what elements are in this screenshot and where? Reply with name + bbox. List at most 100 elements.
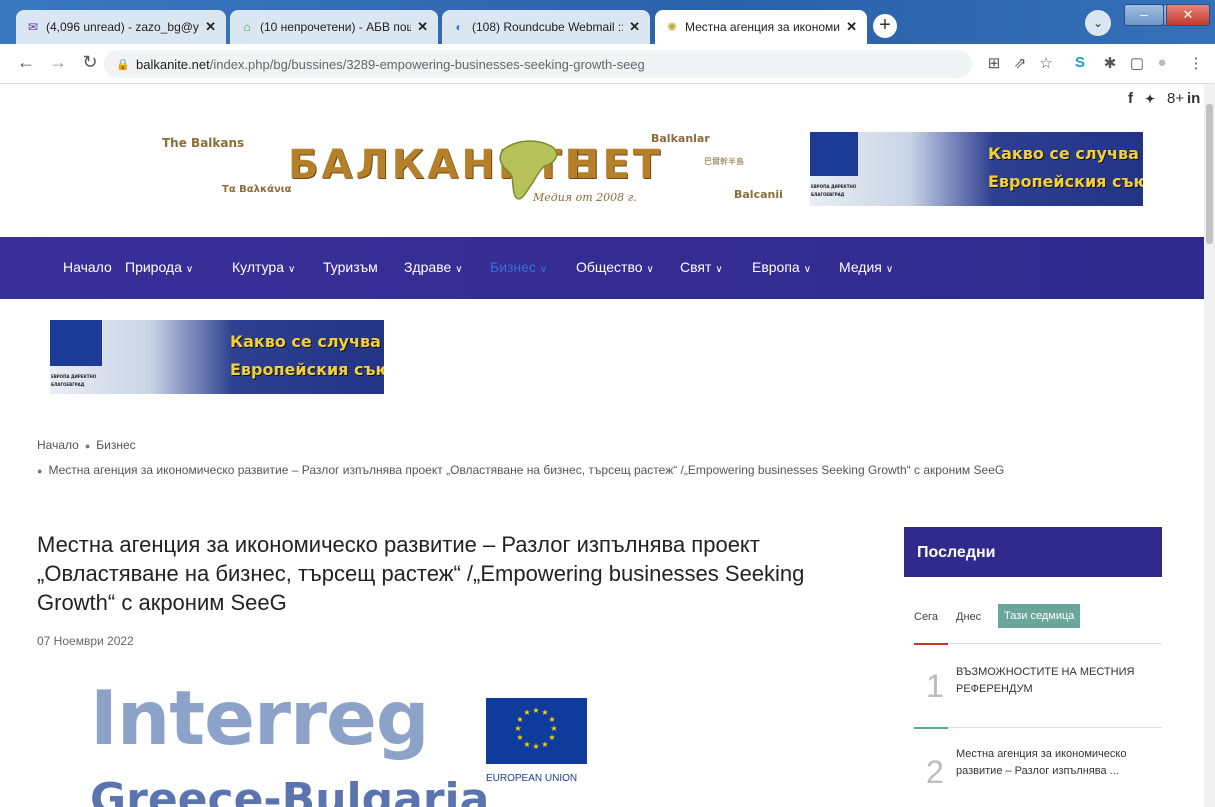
close-tab-icon[interactable]: ✕ [629,19,640,35]
nav-item-media[interactable]: Медия ∨ [839,259,893,275]
nav-item-culture[interactable]: Култура ∨ [232,259,295,275]
chevron-down-icon: ∨ [185,264,194,275]
close-tab-icon[interactable]: ✕ [846,19,857,35]
logo-text-the-balkans: The Balkans [162,136,245,150]
breadcrumb-home[interactable]: Начало [37,438,79,452]
nav-item-health[interactable]: Здраве ∨ [404,259,463,275]
home-icon: ⌂ [243,20,251,34]
divider-accent [914,727,948,729]
nav-item-world[interactable]: Свят ∨ [680,259,723,275]
linkedin-icon[interactable]: in [1187,90,1200,107]
logo-text-balcanii: Balcanii [734,188,783,201]
sidebar-tab-now[interactable]: Сега [914,611,938,623]
browser-tab-balkanite-active[interactable]: ✺ Местна агенция за икономическ ✕ [655,10,867,44]
balkanite-icon: ✺ [666,20,678,34]
divider [914,643,1162,644]
nav-item-tourism[interactable]: Туризъм [323,259,378,275]
close-window-button[interactable]: ✕ [1166,4,1210,26]
new-tab-button[interactable]: + [873,14,897,38]
mail-icon: ✉ [27,20,39,34]
back-arrow-icon[interactable]: ← [14,52,38,73]
banner-caption-1: ЕВРОПА ДИРЕКТНО [811,184,857,189]
side-panel-icon[interactable]: ▢ [1127,54,1147,72]
svg-text:★: ★ [516,733,523,742]
share-icon[interactable]: ⇗ [1010,54,1030,72]
eu-banner-content[interactable]: ЕВРОПА ДИРЕКТНО БЛАГОЕВГРАД Какво се слу… [50,320,384,394]
chevron-down-icon: ∨ [455,264,463,275]
logo-main-net[interactable]: НЕТ [566,142,663,188]
svg-text:★: ★ [532,706,539,715]
tab-title: Местна агенция за икономическ [685,20,840,34]
page-scrollbar[interactable] [1204,84,1215,807]
svg-text:★: ★ [548,715,555,724]
banner-text-line-2: Европейския съюз [988,172,1143,191]
banner-caption-2: БЛАГОЕВГРАД [51,382,85,387]
bullet-icon: ● [84,441,91,451]
logo-text-balkanlar: Balkanlar [651,132,710,145]
translate-icon[interactable]: ⊞ [984,54,1004,72]
google-plus-icon[interactable]: 8+ [1167,90,1184,107]
logo-text-greek: Τα Βαλκάνια [222,184,292,195]
menu-kebab-icon[interactable]: ⋮ [1186,54,1206,72]
nav-item-europe[interactable]: Европа ∨ [752,259,811,275]
tab-title: (4,096 unread) - zazo_bg@yahoo [46,20,199,34]
breadcrumb-current-label: Местна агенция за икономическо развитие … [48,463,1005,477]
svg-text:★: ★ [523,708,530,717]
chevron-down-icon: ∨ [803,264,812,275]
browser-tab-strip: ✉ (4,096 unread) - zazo_bg@yahoo ✕ ⌂ (10… [0,0,1215,44]
bookmark-star-icon[interactable]: ☆ [1036,54,1056,72]
roundcube-icon: ◐ [455,20,463,34]
address-bar[interactable]: 🔒 balkanite.net/index.php/bg/bussines/32… [104,50,972,78]
svg-text:★: ★ [541,740,548,749]
extensions-puzzle-icon[interactable]: ✱ [1100,54,1120,72]
browser-tab-abv-mail[interactable]: ⌂ (10 непрочетени) - АБВ поща ✕ [230,10,438,44]
close-tab-icon[interactable]: ✕ [205,19,216,35]
sidebar-heading: Последни [904,527,1162,577]
chevron-down-icon: ∨ [885,264,894,275]
svg-text:★: ★ [514,724,521,733]
twitter-icon[interactable]: ✦ [1145,92,1155,106]
eu-label: EUROPEAN UNION [486,773,578,784]
breadcrumb: Начало ● Бизнес [37,438,136,452]
svg-text:★: ★ [550,724,557,733]
eu-flag-image: ★ ★ ★ ★ ★ ★ ★ ★ ★ ★ ★ ★ [486,698,587,764]
bullet-icon: ● [37,466,43,476]
profile-avatar-icon[interactable]: ● [1152,54,1172,71]
eu-flag-icon [810,132,858,176]
forward-arrow-icon[interactable]: → [46,52,70,73]
svg-text:★: ★ [523,740,530,749]
banner-caption-1: ЕВРОПА ДИРЕКТНО [51,374,97,379]
main-navigation: Начало Природа ∨ Култура ∨ Туризъм Здраве ∨… [0,237,1204,299]
skype-extension-icon[interactable]: S [1070,54,1090,71]
browser-tab-roundcube[interactable]: ◐ (108) Roundcube Webmail :: Вход ✕ [442,10,650,44]
banner-text-line-1: Какво се случва в [230,332,384,351]
browser-toolbar: ← → ↻ 🔒 balkanite.net/index.php/bg/bussi… [0,44,1215,84]
sidebar-item-link[interactable]: ВЪЗМОЖНОСТИТЕ НА МЕСТНИЯ РЕФЕРЕНДУМ [956,664,1156,698]
logo-tagline: Медия от 2008 г. [533,191,637,204]
divider [914,727,1162,728]
item-number: 2 [926,754,944,790]
page-viewport: f ✦ 8+ in The Balkans Τα Βαλκάνια БАЛКАН… [0,84,1204,807]
logo-text-chinese: 巴爾幹半島 [704,157,744,166]
banner-text-line-2: Европейския съюз [230,360,384,379]
eu-banner-header[interactable]: ЕВРОПА ДИРЕКТНО БЛАГОЕВГРАД Какво се слу… [810,132,1143,206]
close-tab-icon[interactable]: ✕ [417,19,428,35]
breadcrumb-section[interactable]: Бизнес [96,438,135,452]
sidebar-item-link[interactable]: Местна агенция за икономическо развитие … [956,746,1156,780]
reload-icon[interactable]: ↻ [78,52,102,73]
sidebar-tab-this-week[interactable]: Тази седмица [998,604,1081,628]
sidebar-tab-today[interactable]: Днес [956,611,981,623]
nav-item-society[interactable]: Общество ∨ [576,259,654,275]
chevron-down-icon: ∨ [288,264,296,275]
nav-item-home[interactable]: Начало [63,259,112,275]
svg-text:★: ★ [548,733,555,742]
minimize-window-button[interactable]: – [1124,4,1164,26]
nav-item-business-active[interactable]: Бизнес ∨ [490,259,547,275]
nav-item-nature[interactable]: Природа ∨ [125,259,193,275]
facebook-icon[interactable]: f [1128,90,1133,107]
browser-tab-yahoo-mail[interactable]: ✉ (4,096 unread) - zazo_bg@yahoo ✕ [16,10,226,44]
scrollbar-thumb[interactable] [1206,104,1213,244]
eu-stars-icon: ★ ★★★ ★★★★ ★★★★ [514,706,557,751]
tab-title: (108) Roundcube Webmail :: Вход [472,20,623,34]
tab-search-icon[interactable]: ⌄ [1085,10,1111,36]
